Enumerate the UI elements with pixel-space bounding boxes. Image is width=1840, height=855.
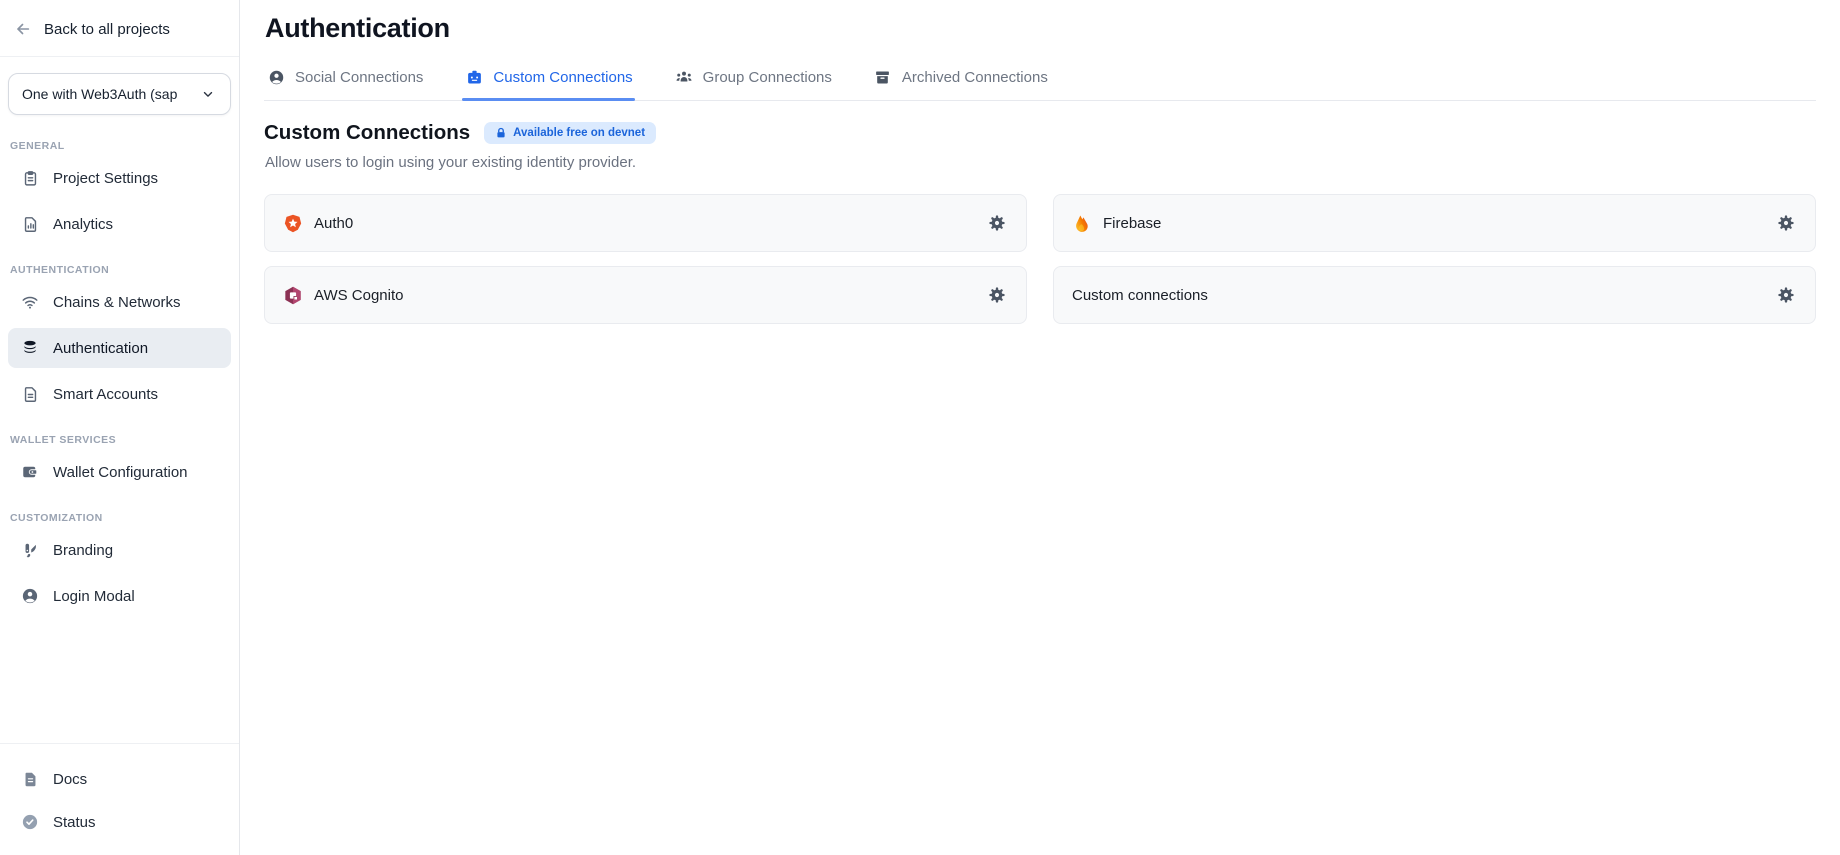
sidebar-item-label: Authentication (53, 340, 148, 357)
card-label: Auth0 (314, 215, 353, 232)
connections-grid: Auth0 (264, 194, 1816, 324)
back-to-projects-link[interactable]: Back to all projects (0, 0, 239, 57)
tab-label: Custom Connections (493, 69, 632, 86)
back-arrow-icon (13, 19, 33, 39)
tab-bar: Social Connections Custom Connections (264, 59, 1816, 101)
sidebar-item-label: Chains & Networks (53, 294, 181, 311)
card-label: Custom connections (1072, 287, 1208, 304)
user-circle-icon (20, 586, 40, 606)
sidebar-footer: Docs Status (0, 743, 239, 855)
tab-label: Archived Connections (902, 69, 1048, 86)
users-icon (674, 67, 694, 87)
brush-icon (20, 540, 40, 560)
sidebar-item-label: Status (53, 814, 96, 831)
section-label-customization: CUSTOMIZATION (10, 512, 229, 524)
clipboard-icon (20, 168, 40, 188)
auth0-settings-gear-icon[interactable] (984, 210, 1010, 236)
id-badge-icon (464, 67, 484, 87)
section-label-general: GENERAL (10, 140, 229, 152)
sidebar-item-branding[interactable]: Branding (8, 530, 231, 570)
sidebar-item-docs[interactable]: Docs (8, 759, 231, 799)
custom-connections-settings-gear-icon[interactable] (1773, 282, 1799, 308)
sidebar-item-label: Analytics (53, 216, 113, 233)
sidebar-item-label: Docs (53, 771, 87, 788)
tab-label: Social Connections (295, 69, 423, 86)
sidebar-item-login-modal[interactable]: Login Modal (8, 576, 231, 616)
check-circle-icon (20, 812, 40, 832)
archive-icon (873, 67, 893, 87)
user-circle-icon (266, 67, 286, 87)
sidebar-item-label: Login Modal (53, 588, 135, 605)
section-title: Custom Connections (264, 121, 470, 145)
section-label-wallet-services: WALLET SERVICES (10, 434, 229, 446)
sidebar: Back to all projects One with Web3Auth (… (0, 0, 240, 855)
sidebar-item-wallet-configuration[interactable]: Wallet Configuration (8, 452, 231, 492)
sidebar-item-label: Wallet Configuration (53, 464, 188, 481)
sidebar-item-label: Smart Accounts (53, 386, 158, 403)
badge-label: Available free on devnet (513, 127, 645, 139)
sidebar-item-status[interactable]: Status (8, 802, 231, 842)
card-left: Firebase (1072, 213, 1773, 233)
chevron-down-icon (198, 84, 218, 104)
section-label-authentication: AUTHENTICATION (10, 264, 229, 276)
sidebar-item-project-settings[interactable]: Project Settings (8, 158, 231, 198)
analytics-icon (20, 214, 40, 234)
section-subtitle: Allow users to login using your existing… (265, 154, 1816, 171)
tab-archived-connections[interactable]: Archived Connections (871, 59, 1050, 100)
doc-icon (20, 769, 40, 789)
wifi-icon (20, 292, 40, 312)
firebase-logo (1072, 213, 1092, 233)
wallet-icon (20, 462, 40, 482)
auth0-logo (283, 213, 303, 233)
tab-group-connections[interactable]: Group Connections (672, 59, 834, 100)
devnet-badge: Available free on devnet (484, 122, 656, 144)
aws-cognito-logo (283, 285, 303, 305)
tab-label: Group Connections (703, 69, 832, 86)
sidebar-item-label: Branding (53, 542, 113, 559)
tab-social-connections[interactable]: Social Connections (264, 59, 425, 100)
card-label: Firebase (1103, 215, 1161, 232)
lock-icon (495, 127, 507, 139)
card-left: Custom connections (1072, 287, 1773, 304)
sidebar-item-chains-networks[interactable]: Chains & Networks (8, 282, 231, 322)
file-icon (20, 384, 40, 404)
tab-custom-connections[interactable]: Custom Connections (462, 59, 634, 100)
project-selector-value: One with Web3Auth (sap (22, 86, 177, 102)
section-header: Custom Connections Available free on dev… (264, 121, 1816, 145)
card-custom-connections[interactable]: Custom connections (1053, 266, 1816, 324)
back-label: Back to all projects (44, 21, 170, 38)
main-content: Authentication Social Connections (240, 0, 1840, 855)
aws-cognito-settings-gear-icon[interactable] (984, 282, 1010, 308)
card-label: AWS Cognito (314, 287, 403, 304)
sidebar-item-smart-accounts[interactable]: Smart Accounts (8, 374, 231, 414)
page-title: Authentication (265, 13, 1816, 44)
firebase-settings-gear-icon[interactable] (1773, 210, 1799, 236)
sidebar-item-analytics[interactable]: Analytics (8, 204, 231, 244)
sidebar-item-authentication[interactable]: Authentication (8, 328, 231, 368)
card-left: AWS Cognito (283, 285, 984, 305)
database-icon (20, 338, 40, 358)
sidebar-item-label: Project Settings (53, 170, 158, 187)
card-aws-cognito[interactable]: AWS Cognito (264, 266, 1027, 324)
project-selector[interactable]: One with Web3Auth (sap (8, 73, 231, 115)
card-firebase[interactable]: Firebase (1053, 194, 1816, 252)
card-left: Auth0 (283, 213, 984, 233)
card-auth0[interactable]: Auth0 (264, 194, 1027, 252)
